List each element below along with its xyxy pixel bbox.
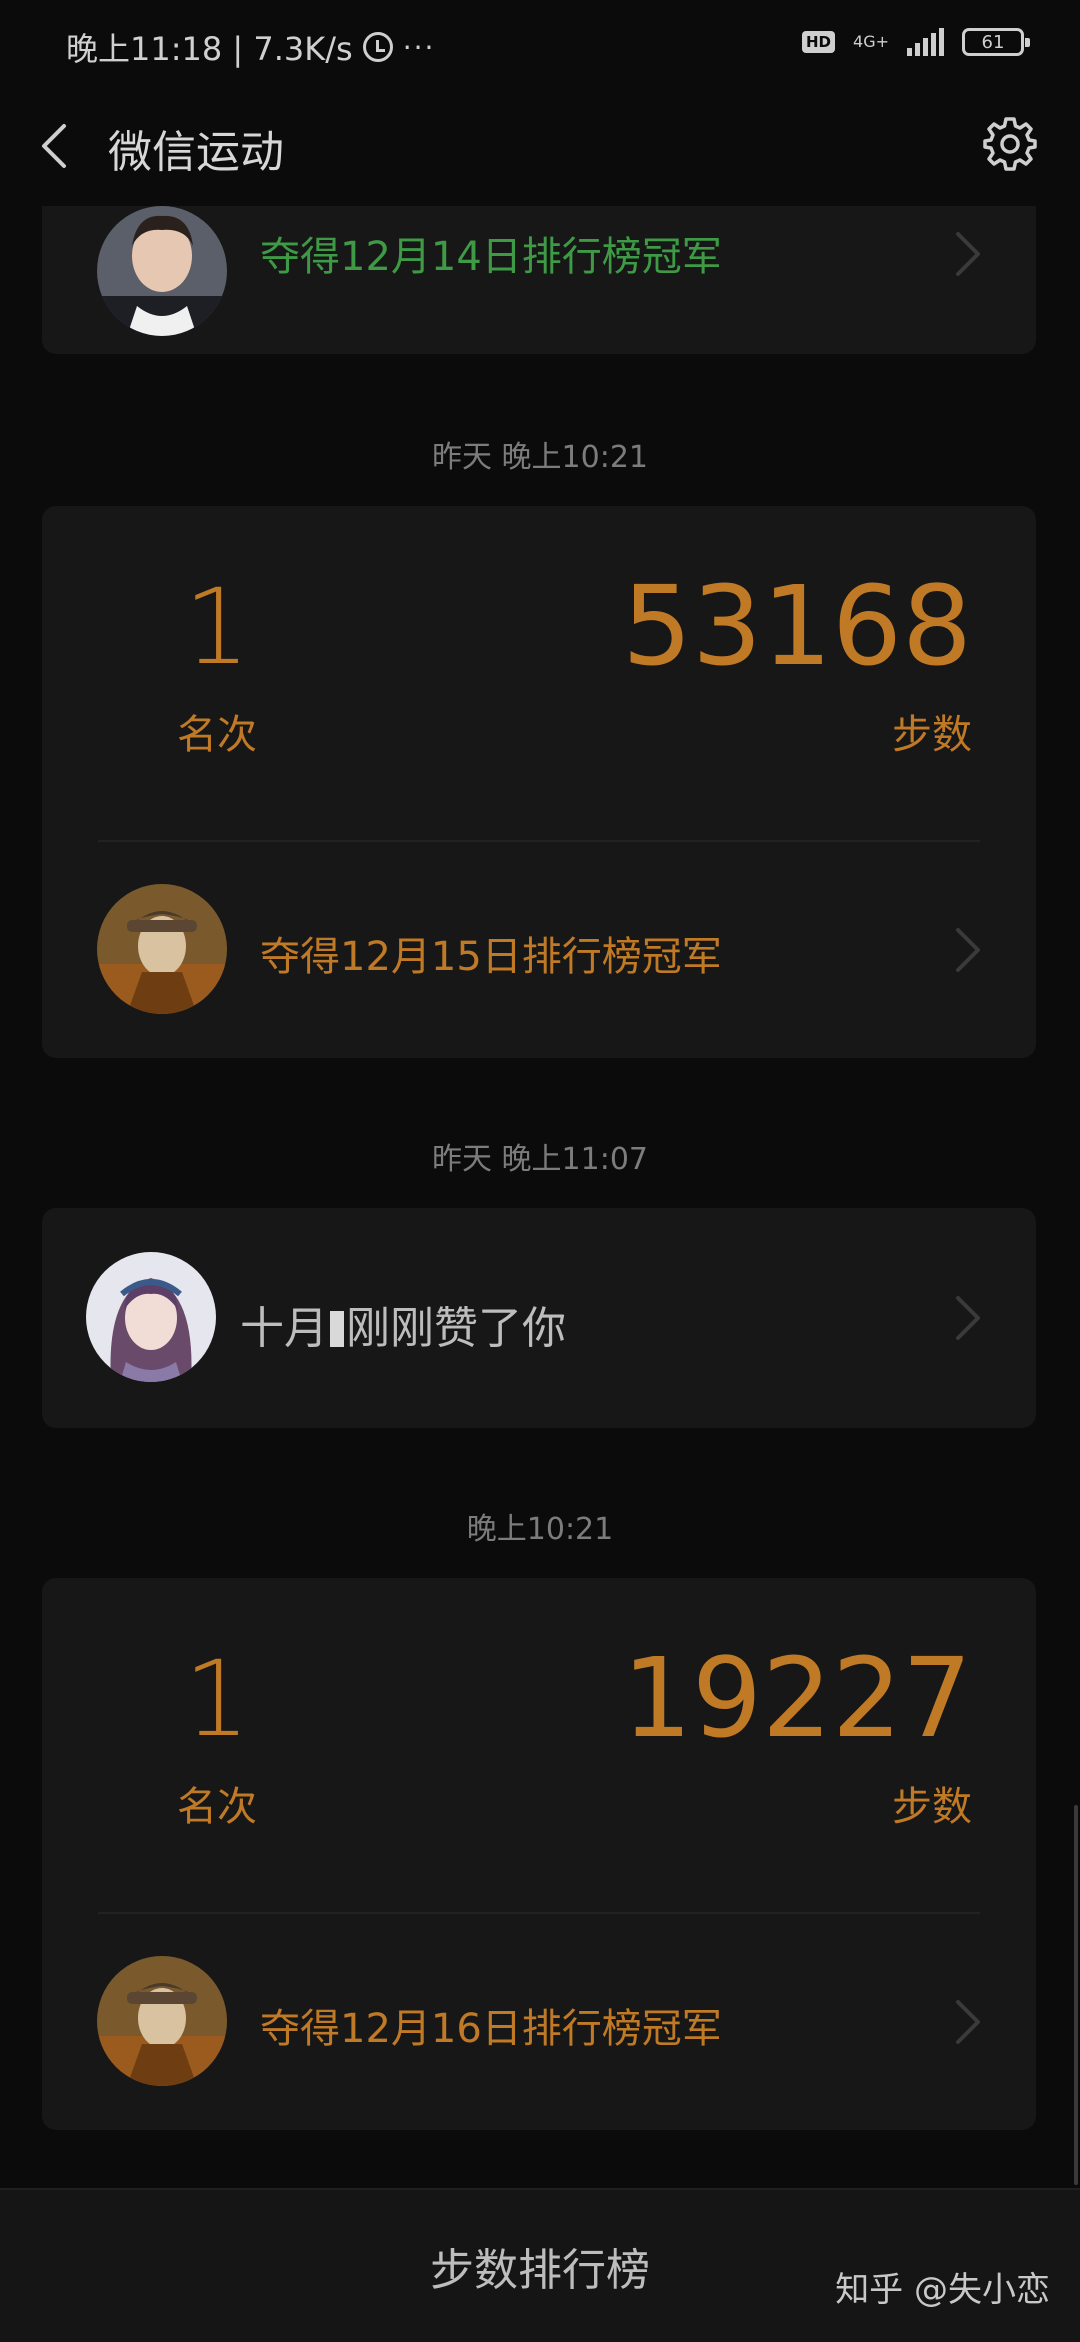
champion-text: 夺得12月16日排行榜冠军 — [260, 2006, 722, 2052]
avatar — [97, 1956, 227, 2086]
rank-label: 名次 — [177, 712, 257, 758]
avatar — [97, 884, 227, 1014]
steps-number: 53168 — [622, 562, 972, 690]
steps-label: 步数 — [892, 1784, 972, 1830]
battery-icon: 61 — [962, 28, 1030, 56]
timestamp: 晚上10:21 — [466, 1512, 614, 1547]
like-name: 十月 — [240, 1303, 328, 1354]
watermark: 知乎 @失小恋 — [835, 2270, 1050, 2310]
rank-number: 1 — [183, 566, 251, 688]
chevron-right-icon — [956, 232, 980, 276]
chevron-right-icon — [956, 1296, 980, 1340]
divider — [98, 1912, 980, 1914]
status-right: HD 4G+ 61 — [802, 28, 1030, 56]
status-bar: 晚上11:18 | 7.3K/s ··· HD 4G+ 61 — [0, 0, 1080, 90]
gear-icon[interactable] — [980, 114, 1040, 174]
name-emoji-mark — [330, 1311, 344, 1347]
timestamp: 昨天 晚上11:07 — [432, 1142, 648, 1177]
alarm-clock-icon — [362, 32, 393, 62]
avatar — [97, 206, 227, 336]
champion-text: 夺得12月15日排行榜冠军 — [260, 934, 722, 980]
rank-card-2[interactable]: 1 名次 19227 步数 夺得12月16日排行榜冠军 — [42, 1578, 1036, 2130]
hd-badge: HD — [802, 31, 836, 53]
status-left: 晚上11:18 | 7.3K/s ··· — [66, 24, 435, 70]
nav-bar: 微信运动 — [0, 90, 1080, 200]
champion-text: 夺得12月14日排行榜冠军 — [260, 234, 722, 280]
like-message: 十月 刚刚赞了你 — [240, 1292, 566, 1356]
rank-card-1[interactable]: 1 名次 53168 步数 夺得12月15日排行榜冠军 — [42, 506, 1036, 1058]
network-type: 4G+ — [853, 32, 889, 51]
steps-label: 步数 — [892, 712, 972, 758]
divider — [98, 840, 980, 842]
steps-number: 19227 — [622, 1634, 972, 1762]
status-time-speed: 晚上11:18 | 7.3K/s — [66, 30, 353, 68]
signal-icon — [907, 28, 944, 56]
scroll-indicator[interactable] — [1074, 1805, 1078, 2185]
timestamp: 昨天 晚上10:21 — [432, 440, 648, 475]
chevron-right-icon — [956, 2000, 980, 2044]
back-arrow-icon[interactable] — [34, 122, 78, 170]
like-action: 刚刚赞了你 — [346, 1303, 566, 1354]
like-card[interactable]: 十月 刚刚赞了你 — [42, 1208, 1036, 1428]
avatar — [86, 1252, 216, 1382]
champion-card-1[interactable]: 夺得12月14日排行榜冠军 — [42, 206, 1036, 354]
battery-level: 61 — [981, 31, 1005, 53]
rank-number: 1 — [183, 1638, 251, 1760]
rank-label: 名次 — [177, 1784, 257, 1830]
status-dots: ··· — [402, 30, 436, 64]
chevron-right-icon — [956, 928, 980, 972]
page-title: 微信运动 — [108, 127, 284, 178]
